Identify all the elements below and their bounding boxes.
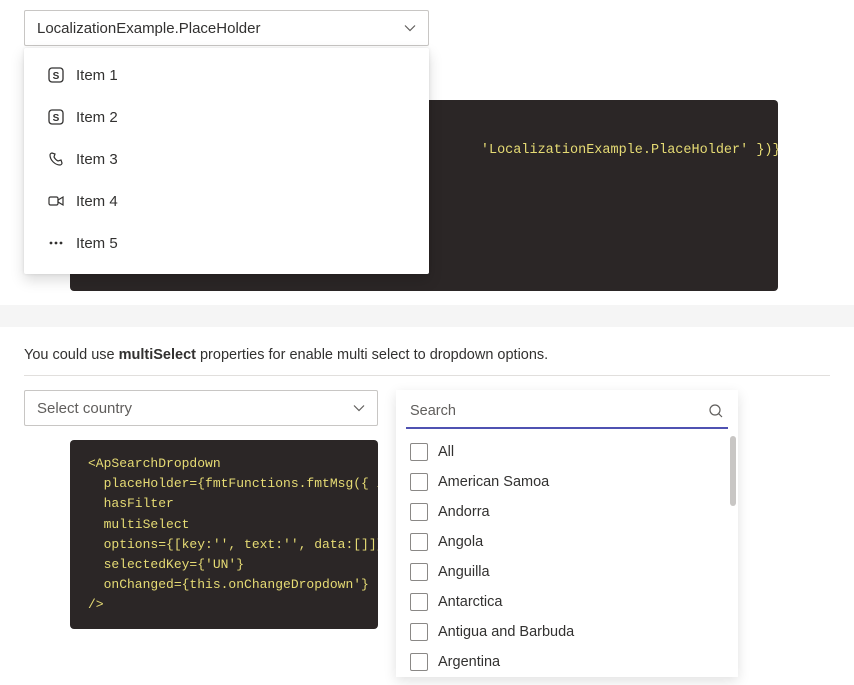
select-country-placeholder: Select country (37, 400, 353, 417)
dropdown-item-label: Item 5 (76, 235, 118, 252)
option-row[interactable]: Antarctica (406, 587, 722, 617)
svg-text:S: S (53, 113, 60, 124)
chevron-down-icon (353, 402, 365, 414)
code-block-2: <ApSearchDropdown placeHolder={fmtFuncti… (70, 440, 378, 629)
option-label: Antarctica (438, 594, 502, 610)
options-list[interactable]: All American Samoa Andorra Angola Anguilla An… (406, 437, 728, 677)
option-label: Andorra (438, 504, 490, 520)
option-label: Argentina (438, 654, 500, 670)
checkbox[interactable] (410, 473, 428, 491)
divider (24, 375, 830, 376)
multiselect-description: You could use multiSelect properties for… (24, 347, 830, 363)
select-country-dropdown[interactable]: Select country (24, 390, 378, 426)
section-divider (0, 305, 854, 327)
dropdown-item-label: Item 3 (76, 151, 118, 168)
option-label: Anguilla (438, 564, 490, 580)
localization-dropdown-placeholder: LocalizationExample.PlaceHolder (37, 20, 404, 37)
option-row[interactable]: Antigua and Barbuda (406, 617, 722, 647)
option-row[interactable]: Andorra (406, 497, 722, 527)
svg-text:S: S (53, 71, 60, 82)
checkbox[interactable] (410, 443, 428, 461)
dropdown-item[interactable]: Item 4 (24, 180, 429, 222)
checkbox[interactable] (410, 563, 428, 581)
dropdown-item-label: Item 2 (76, 109, 118, 126)
search-icon (708, 403, 724, 419)
scrollbar-thumb[interactable] (730, 436, 736, 506)
option-row[interactable]: Angola (406, 527, 722, 557)
dots-icon (46, 233, 66, 253)
checkbox[interactable] (410, 623, 428, 641)
checkbox[interactable] (410, 533, 428, 551)
checkbox[interactable] (410, 593, 428, 611)
checkbox[interactable] (410, 503, 428, 521)
option-label: American Samoa (438, 474, 549, 490)
chevron-down-icon (404, 22, 416, 34)
s-box-icon: S (46, 65, 66, 85)
search-wrap (406, 395, 728, 429)
dropdown-item[interactable]: Item 5 (24, 222, 429, 264)
video-icon (46, 191, 66, 211)
option-row[interactable]: Argentina (406, 647, 722, 677)
option-label: Antigua and Barbuda (438, 624, 574, 640)
checkbox[interactable] (410, 653, 428, 671)
dropdown-item-label: Item 4 (76, 193, 118, 210)
phone-icon (46, 149, 66, 169)
search-input[interactable] (410, 395, 708, 427)
localization-dropdown-menu: S Item 1 S Item 2 Item 3 Item 4 Item 5 (24, 48, 429, 274)
option-label: Angola (438, 534, 483, 550)
dropdown-item[interactable]: S Item 1 (24, 54, 429, 96)
country-options-popup: All American Samoa Andorra Angola Anguilla An… (396, 390, 738, 677)
dropdown-item[interactable]: Item 3 (24, 138, 429, 180)
localization-dropdown[interactable]: LocalizationExample.PlaceHolder (24, 10, 429, 46)
option-row[interactable]: American Samoa (406, 467, 722, 497)
dropdown-item[interactable]: S Item 2 (24, 96, 429, 138)
s-box-icon: S (46, 107, 66, 127)
dropdown-item-label: Item 1 (76, 67, 118, 84)
option-row[interactable]: Anguilla (406, 557, 722, 587)
option-row[interactable]: All (406, 437, 722, 467)
option-label: All (438, 444, 454, 460)
